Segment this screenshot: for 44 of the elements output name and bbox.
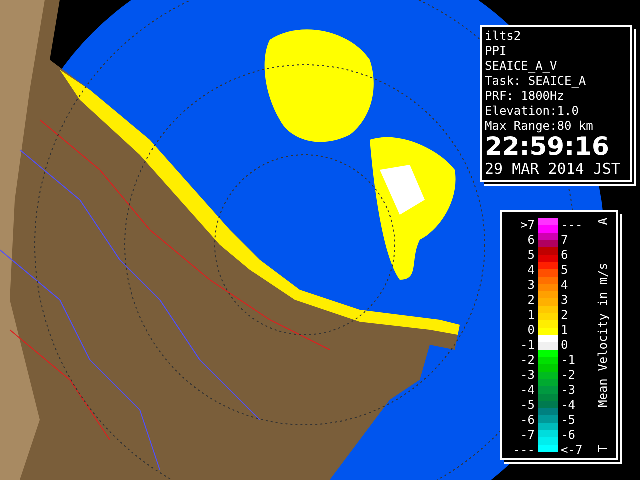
legend-mark: A (596, 218, 610, 226)
legend-label: 1 (528, 308, 535, 323)
info-text: PPI (485, 44, 507, 59)
legend-label: 2 (528, 293, 535, 308)
axis-label: Mean Velocity in m/s (596, 262, 610, 408)
legend-label: -4 (520, 383, 535, 398)
legend-label: -4 (561, 398, 576, 413)
legend-label: -2 (520, 353, 535, 368)
legend-label: >7 (520, 218, 535, 233)
legend-label: -3 (561, 383, 576, 398)
legend-label: -2 (561, 368, 576, 383)
date-text: 29 MAR 2014 JST (485, 159, 620, 179)
legend-label: -3 (520, 368, 535, 383)
info-text: Task: SEAICE_A (485, 74, 586, 89)
legend-label: -7 (520, 428, 535, 443)
legend-label: -6 (520, 413, 535, 428)
legend-label: 3 (561, 293, 568, 308)
info-text: PRF: 1800Hz (485, 89, 564, 104)
legend-label: -6 (561, 428, 576, 443)
legend-label: 6 (561, 248, 568, 263)
info-text: Elevation:1.0 (485, 104, 579, 119)
legend-label: --- (561, 218, 583, 233)
legend-label: 7 (561, 233, 568, 248)
info-text: Max Range:80 km (485, 119, 594, 134)
legend-label: 3 (528, 278, 535, 293)
legend-label: 2 (561, 308, 568, 323)
legend-label: -1 (561, 353, 576, 368)
legend-label: 1 (561, 323, 568, 338)
legend-label: -1 (520, 338, 535, 353)
legend-label: 4 (528, 263, 535, 278)
time-text: 22:59:16 (485, 134, 610, 159)
legend-label: 0 (528, 323, 535, 338)
legend-label: 4 (561, 278, 568, 293)
info-text: SEAICE_A_V (485, 59, 558, 74)
legend-label: --- (513, 443, 535, 458)
legend-mark: T (596, 444, 610, 452)
legend-label: <-7 (561, 443, 583, 458)
legend-label: 5 (528, 248, 535, 263)
info-text: ilts2 (485, 29, 522, 44)
legend-label: 5 (561, 263, 568, 278)
legend-label: -5 (561, 413, 576, 428)
legend-label: 0 (561, 338, 568, 353)
legend-label: 6 (528, 233, 535, 248)
legend-label: -5 (520, 398, 535, 413)
